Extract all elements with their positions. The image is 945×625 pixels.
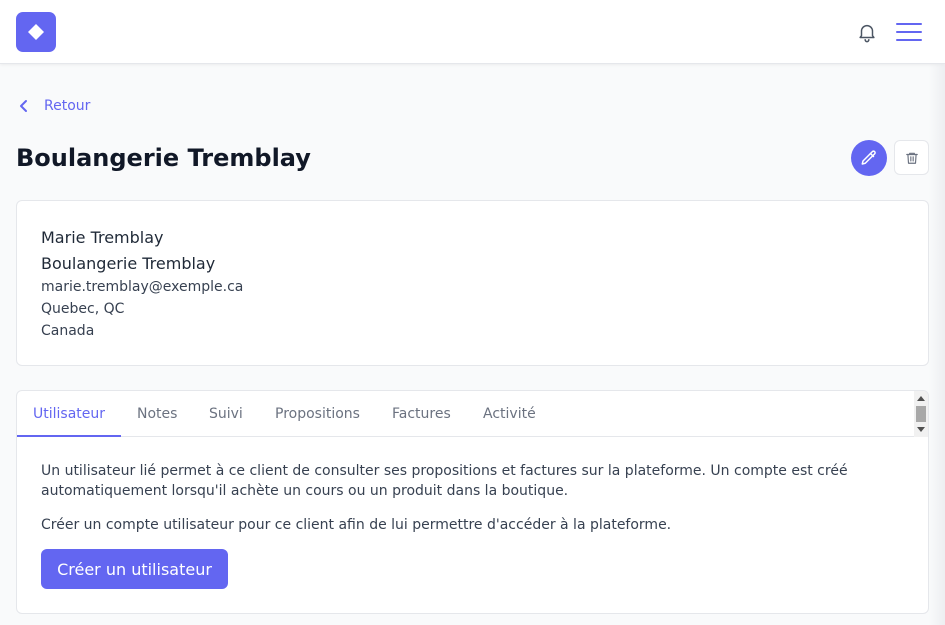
contact-name: Marie Tremblay bbox=[41, 228, 164, 247]
client-details-card: Marie Tremblay Boulangerie Tremblay mari… bbox=[16, 200, 929, 366]
tab-propositions[interactable]: Propositions bbox=[275, 391, 360, 437]
app-logo[interactable] bbox=[16, 12, 56, 52]
tab-bar: Utilisateur Notes Suivi Propositions Fac… bbox=[17, 391, 928, 437]
scrollbar-thumb[interactable] bbox=[916, 406, 926, 422]
tab-notes[interactable]: Notes bbox=[137, 391, 177, 437]
company-name: Boulangerie Tremblay bbox=[41, 254, 216, 273]
tab-scrollbar[interactable] bbox=[914, 391, 928, 437]
pencil-icon bbox=[861, 150, 876, 165]
menu-button[interactable] bbox=[896, 20, 922, 44]
diamond-icon bbox=[28, 24, 44, 40]
bell-icon bbox=[859, 24, 875, 43]
tab-utilisateur[interactable]: Utilisateur bbox=[17, 391, 122, 437]
user-tab-content: Un utilisateur lié permet à ce client de… bbox=[41, 461, 901, 501]
create-user-button[interactable]: Créer un utilisateur bbox=[41, 549, 228, 589]
top-navigation-bar bbox=[0, 0, 945, 64]
create-user-prompt: Créer un compte utilisateur pour ce clie… bbox=[41, 517, 672, 533]
back-link-label: Retour bbox=[44, 98, 91, 114]
page-title: Boulangerie Tremblay bbox=[16, 144, 311, 172]
client-tabs-panel: Utilisateur Notes Suivi Propositions Fac… bbox=[16, 390, 929, 614]
delete-button[interactable] bbox=[894, 140, 929, 175]
page-edge-shadow bbox=[929, 64, 945, 625]
city-region: Quebec, QC bbox=[41, 301, 125, 317]
chevron-left-icon bbox=[20, 100, 27, 112]
edit-button[interactable] bbox=[851, 140, 887, 176]
trash-icon bbox=[905, 152, 918, 164]
tab-factures[interactable]: Factures bbox=[392, 391, 451, 437]
tab-activite[interactable]: Activité bbox=[483, 391, 536, 437]
email-address: marie.tremblay@exemple.ca bbox=[41, 279, 244, 295]
scroll-up-arrow-icon[interactable] bbox=[917, 396, 925, 401]
user-description: Un utilisateur lié permet à ce client de… bbox=[41, 463, 848, 499]
notification-button[interactable] bbox=[856, 21, 878, 43]
hamburger-menu-icon bbox=[896, 23, 922, 41]
scroll-down-arrow-icon[interactable] bbox=[917, 427, 925, 432]
back-link[interactable]: Retour bbox=[16, 94, 90, 118]
country: Canada bbox=[41, 323, 95, 339]
tab-suivi[interactable]: Suivi bbox=[209, 391, 243, 437]
